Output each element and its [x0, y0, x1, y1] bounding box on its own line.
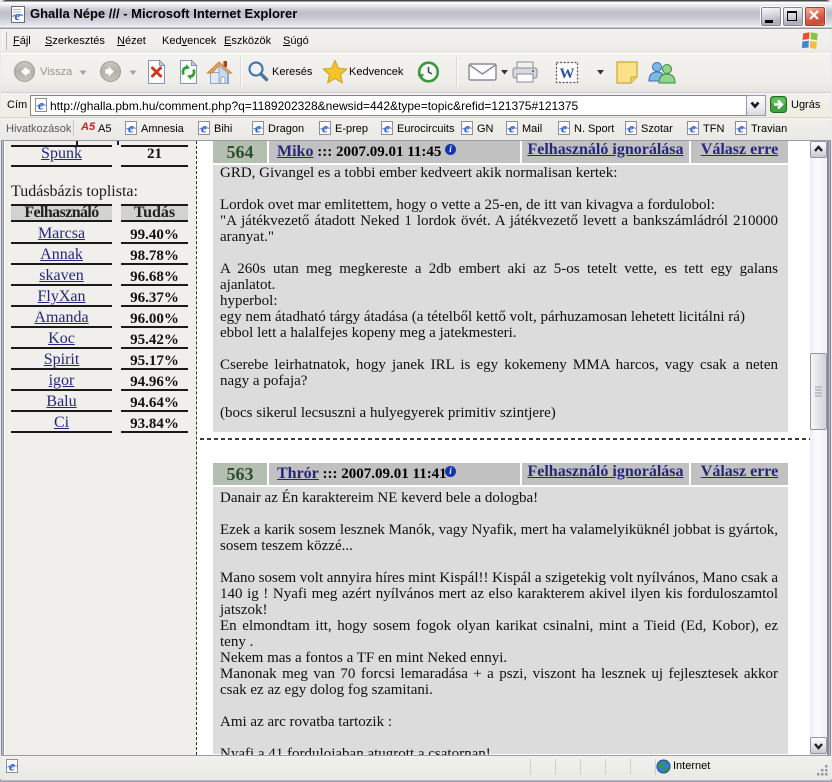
svg-text:W: W [560, 66, 575, 82]
